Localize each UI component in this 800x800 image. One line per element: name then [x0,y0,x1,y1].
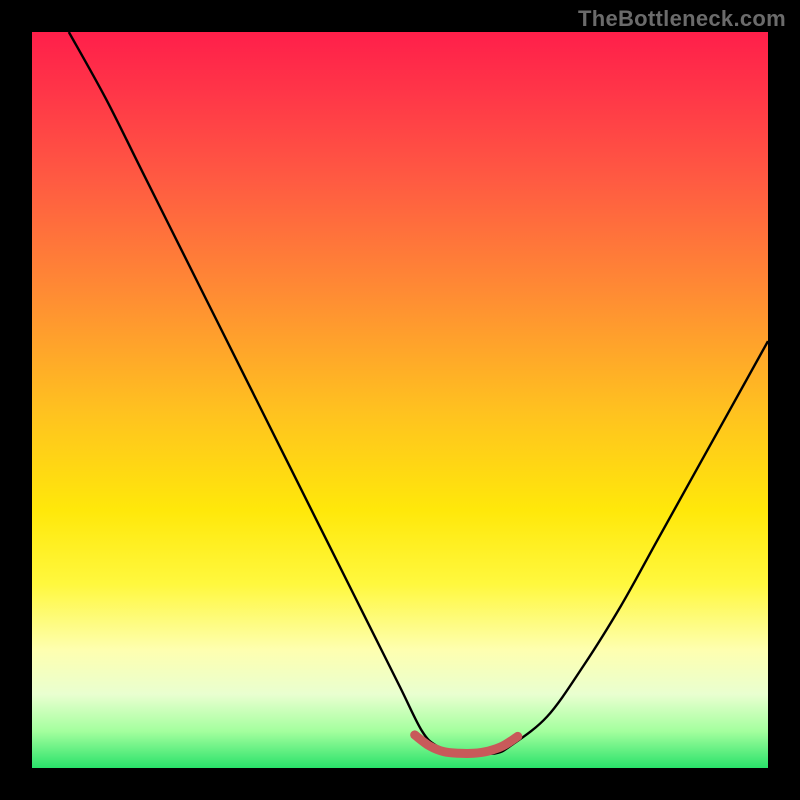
plot-area [32,32,768,768]
chart-frame: TheBottleneck.com [0,0,800,800]
curve-layer [32,32,768,768]
watermark-text: TheBottleneck.com [578,6,786,32]
optimal-region-path [415,735,518,754]
bottleneck-curve-path [69,32,768,754]
